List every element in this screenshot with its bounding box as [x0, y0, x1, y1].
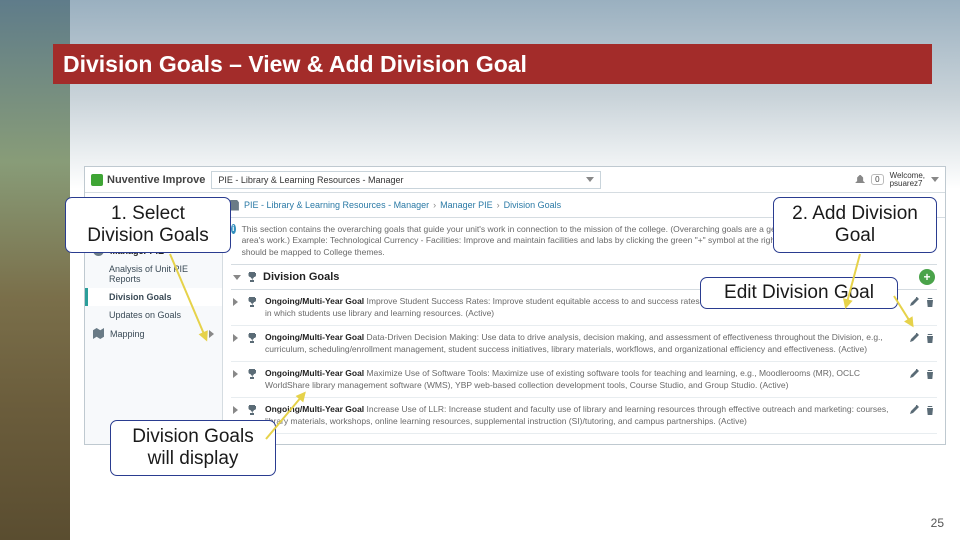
sidebar-item-analysis[interactable]: Analysis of Unit PIE Reports: [85, 260, 222, 288]
callout-add: 2. Add Division Goal: [773, 197, 937, 253]
edit-icon[interactable]: [909, 333, 919, 343]
slide-title: Division Goals – View & Add Division Goa…: [63, 51, 527, 78]
breadcrumb-unit[interactable]: PIE - Library & Learning Resources - Man…: [244, 200, 429, 210]
sidebar-label: Updates on Goals: [109, 310, 181, 320]
goal-row[interactable]: Ongoing/Multi-Year Goal Maximize Use of …: [231, 362, 937, 398]
callout-select: 1. Select Division Goals: [65, 197, 231, 253]
brand-name: Nuventive Improve: [107, 174, 205, 186]
trophy-icon: [247, 333, 259, 343]
section-title: Division Goals: [263, 271, 339, 283]
unit-selector-value: PIE - Library & Learning Resources - Man…: [218, 175, 403, 185]
trophy-icon: [247, 405, 259, 415]
welcome-block[interactable]: Welcome, psuarez7: [890, 172, 925, 188]
slide-number: 25: [931, 516, 944, 530]
chevron-right-icon[interactable]: [233, 406, 241, 414]
trophy-icon: [247, 272, 257, 282]
trophy-icon: [247, 369, 259, 379]
callout-edit: Edit Division Goal: [700, 277, 898, 309]
callout-text: Division Goals will display: [121, 426, 265, 470]
sidebar-label: Division Goals: [109, 292, 172, 302]
goal-list: Ongoing/Multi-Year Goal Improve Student …: [231, 290, 937, 434]
chevron-right-icon[interactable]: [233, 370, 241, 378]
topbar-right: 0 Welcome, psuarez7: [855, 172, 939, 188]
chevron-down-icon[interactable]: [233, 275, 241, 280]
map-icon: [93, 328, 104, 339]
app-topbar: Nuventive Improve PIE - Library & Learni…: [85, 167, 945, 193]
sidebar-item-updates[interactable]: Updates on Goals: [85, 306, 222, 324]
edit-icon[interactable]: [909, 369, 919, 379]
goal-row[interactable]: Ongoing/Multi-Year Goal Increase Use of …: [231, 398, 937, 434]
info-icon: i: [231, 224, 236, 234]
sidebar-item-division-goals[interactable]: Division Goals: [85, 288, 222, 306]
breadcrumb-sep: ›: [497, 200, 500, 210]
delete-icon[interactable]: [925, 297, 935, 307]
app-brand: Nuventive Improve: [91, 174, 205, 186]
sidebar-label: Analysis of Unit PIE Reports: [109, 264, 214, 284]
delete-icon[interactable]: [925, 333, 935, 343]
breadcrumb-section[interactable]: Manager PIE: [440, 200, 493, 210]
edit-icon[interactable]: [909, 405, 919, 415]
goal-text: Ongoing/Multi-Year Goal Maximize Use of …: [265, 368, 903, 391]
add-division-goal-button[interactable]: +: [919, 269, 935, 285]
breadcrumb-sep: ›: [433, 200, 436, 210]
delete-icon[interactable]: [925, 369, 935, 379]
goal-row[interactable]: Ongoing/Multi-Year Goal Data-Driven Deci…: [231, 326, 937, 362]
goal-text: Ongoing/Multi-Year Goal Increase Use of …: [265, 404, 903, 427]
chevron-down-icon: [586, 177, 594, 182]
chevron-right-icon[interactable]: [233, 334, 241, 342]
bell-icon[interactable]: [855, 175, 865, 185]
goal-row-actions: [909, 333, 935, 355]
chevron-down-icon: [931, 177, 939, 182]
sidebar-label: Mapping: [110, 329, 145, 339]
trophy-icon: [247, 297, 259, 307]
callout-text: 2. Add Division Goal: [784, 203, 926, 247]
callout-text: 1. Select Division Goals: [76, 203, 220, 247]
edit-icon[interactable]: [909, 297, 919, 307]
callout-display: Division Goals will display: [110, 420, 276, 476]
welcome-user: psuarez7: [890, 180, 925, 188]
goal-row-actions: [909, 405, 935, 427]
slide-title-bar: Division Goals – View & Add Division Goa…: [53, 44, 932, 84]
notification-count[interactable]: 0: [871, 174, 883, 185]
brand-logo-icon: [91, 174, 103, 186]
unit-selector-dropdown[interactable]: PIE - Library & Learning Resources - Man…: [211, 171, 601, 189]
delete-icon[interactable]: [925, 405, 935, 415]
breadcrumb-page[interactable]: Division Goals: [504, 200, 562, 210]
chevron-right-icon[interactable]: [233, 298, 241, 306]
goal-text: Ongoing/Multi-Year Goal Data-Driven Deci…: [265, 332, 903, 355]
goal-row-actions: [909, 369, 935, 391]
slide: Division Goals – View & Add Division Goa…: [0, 0, 960, 540]
